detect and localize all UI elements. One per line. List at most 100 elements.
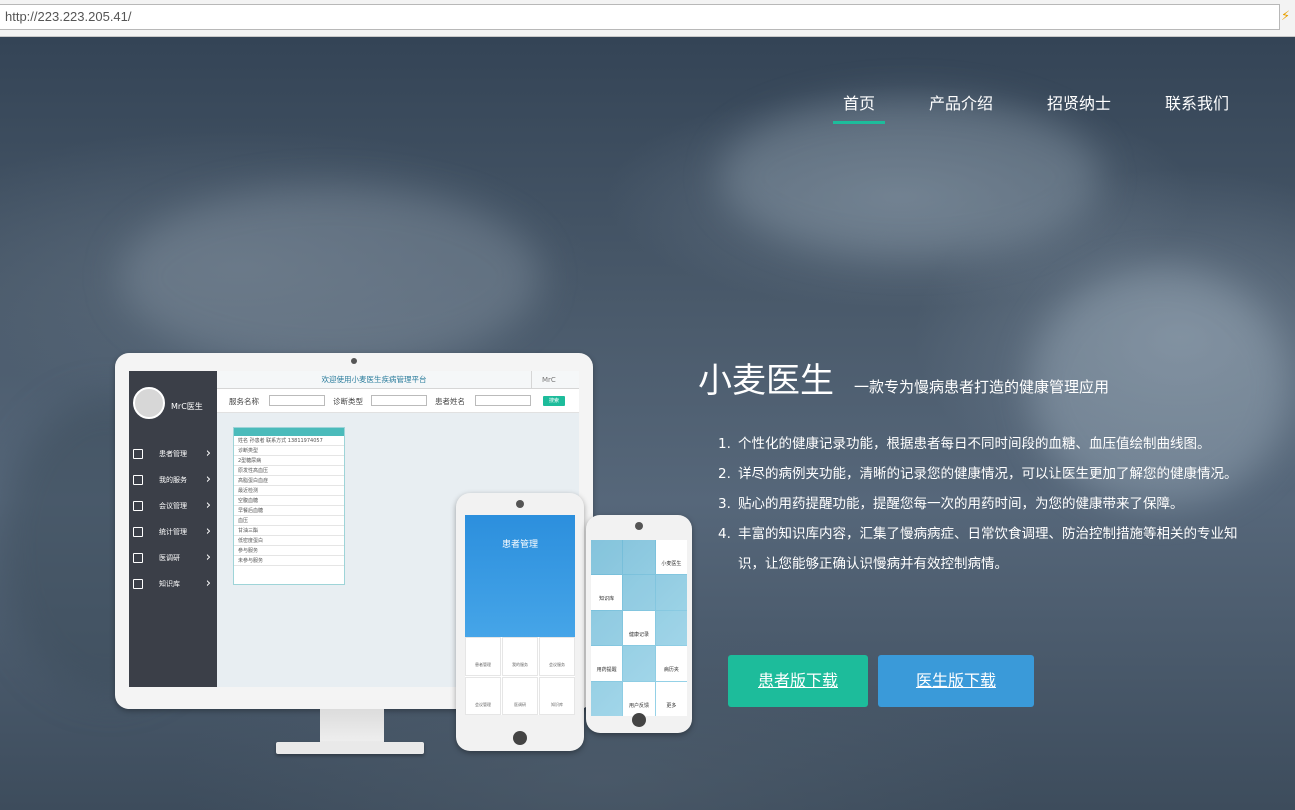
nav-item-products[interactable]: 产品介绍 [919,89,1003,124]
card-row: 最近检测 [234,486,344,496]
feature-item: 3. 贴心的用药提醒功能，提醒您每一次的用药时间，为您的健康带来了保障。 [718,496,1184,512]
app-header: 欢迎使用小麦医生疾病管理平台 MrC [217,371,579,389]
feature-item: 1. 个性化的健康记录功能，根据患者每日不同时间段的血糖、血压值绘制曲线图。 [718,436,1211,452]
card-row: 早餐后血糖 [234,506,344,516]
card-row: 参与服务 [234,546,344,556]
hero-section: 首页 产品介绍 招贤纳士 联系我们 MrC医生 患者管理 › 我的服务 › 会议管理… [0,37,1295,810]
grid-cell: 患者管理 [465,637,501,676]
menu-icon [133,475,143,485]
background-blur [120,187,540,367]
tile-health: 健康记录 [623,610,655,646]
tile [623,575,655,610]
monitor-stand [320,709,384,745]
url-field[interactable]: http://223.223.205.41/ [0,4,1280,30]
user-corner: MrC [531,371,579,389]
filter-label: 服务名称 [229,397,259,406]
menu-icon [133,553,143,563]
phone-illustration: 患者管理 患者管理 我的服务 会议服务 会议管理 医调研 知识库 [456,493,584,751]
tile-medication: 用药提醒 [591,646,623,681]
browser-address-bar: http://223.223.205.41/ ⚡ [0,0,1295,37]
phone-grid: 患者管理 我的服务 会议服务 会议管理 医调研 知识库 [465,637,575,715]
tile [591,610,623,646]
select-box [371,395,427,406]
grid-cell: 会议服务 [539,637,575,676]
sidebar-menu: 患者管理 › 我的服务 › 会议管理 › 统计管理 › 医调研 › 知识库 › [129,441,217,597]
nav-item-home[interactable]: 首页 [832,89,885,124]
extension-icon[interactable]: ⚡ [1281,9,1293,25]
doctor-download-button[interactable]: 医生版下载 [878,655,1034,707]
card-row: 诊断类型 [234,446,344,456]
feature-item: 2. 详尽的病例夹功能，清晰的记录您的健康情况，可以让医生更加了解您的健康情况。 [718,466,1238,482]
phone-title: 患者管理 [501,540,538,550]
tile-app: 小麦医生 [655,540,687,575]
filter-bar: 服务名称 诊断类型 患者姓名 搜索 [217,389,579,413]
tile-knowledge: 知识库 [591,575,623,610]
chevron-right-icon: › [205,524,211,539]
avatar [133,387,165,419]
chevron-right-icon: › [205,498,211,513]
nav-item-careers[interactable]: 招贤纳士 [1037,89,1121,124]
tile-records: 病历夹 [655,646,687,681]
filter-label: 诊断类型 [333,397,363,406]
menu-icon [133,449,143,459]
tile [591,681,623,716]
card-row: 2型糖尿病 [234,456,344,466]
camera-dot [351,358,357,364]
chevron-right-icon: › [205,446,211,461]
app-title: 欢迎使用小麦医生疾病管理平台 [321,375,427,384]
sidebar-item: 医调研 › [129,545,217,571]
patient-card: 姓名 孙患者 联系方式 13811974057 诊断类型 2型糖尿病 原发性高血… [233,427,345,585]
phone-speaker [516,500,524,508]
phone-illustration: 小麦医生 知识库 健康记录 用药提醒 病历夹 用户反馈 更多 [586,515,692,733]
monitor-base [276,742,424,754]
tile-feedback: 用户反馈 [623,681,655,716]
tile [623,540,655,575]
phone-screen: 小麦医生 知识库 健康记录 用药提醒 病历夹 用户反馈 更多 [591,540,687,716]
phone-speaker [635,522,643,530]
tile [623,646,655,681]
main-nav: 首页 产品介绍 招贤纳士 联系我们 [799,89,1239,124]
card-row: 未参与服务 [234,556,344,566]
card-row: 原发性高血压 [234,466,344,476]
feature-item: 4. 丰富的知识库内容，汇集了慢病病症、日常饮食调理、防治控制措施等相关的专业知识… [718,526,1238,572]
menu-icon [133,579,143,589]
card-row: 高脂蛋白血症 [234,476,344,486]
chevron-right-icon: › [205,550,211,565]
tile [591,540,623,575]
brand-title: 小麦医生 [698,361,834,401]
grid-cell: 医调研 [502,676,538,715]
card-row: 血压 [234,516,344,526]
sidebar-item: 我的服务 › [129,467,217,493]
sidebar-item: 会议管理 › [129,493,217,519]
tile [655,575,687,610]
nav-item-contact[interactable]: 联系我们 [1155,89,1239,124]
phone-screen: 患者管理 患者管理 我的服务 会议服务 会议管理 医调研 知识库 [465,515,575,715]
filter-label: 患者姓名 [435,397,465,406]
menu-icon [133,527,143,537]
app-sidebar: MrC医生 患者管理 › 我的服务 › 会议管理 › 统计管理 › 医调研 › 知识库 › [129,371,217,687]
card-row: 姓名 孙患者 联系方式 13811974057 [234,436,344,446]
sidebar-item: 知识库 › [129,571,217,597]
sidebar-username: MrC医生 [171,402,203,411]
grid-cell: 我的服务 [502,637,538,676]
tile-more: 更多 [655,681,687,716]
home-button [632,713,646,727]
chevron-right-icon: › [205,472,211,487]
search-button: 搜索 [543,396,565,406]
home-button [513,731,527,745]
patient-download-button[interactable]: 患者版下载 [728,655,868,707]
card-row: 空腹血糖 [234,496,344,506]
card-row: 甘油三酯 [234,526,344,536]
card-header-bar [234,428,344,436]
menu-icon [133,501,143,511]
chevron-right-icon: › [205,576,211,591]
brand-tagline: 一款专为慢病患者打造的健康管理应用 [854,378,1110,396]
input-box [475,395,531,406]
sidebar-item: 患者管理 › [129,441,217,467]
feature-list: 1. 个性化的健康记录功能，根据患者每日不同时间段的血糖、血压值绘制曲线图。 2.… [718,429,1258,579]
select-box [269,395,325,406]
card-row: 低密度蛋白 [234,536,344,546]
grid-cell: 知识库 [539,676,575,715]
tile [655,610,687,646]
grid-cell: 会议管理 [465,676,501,715]
